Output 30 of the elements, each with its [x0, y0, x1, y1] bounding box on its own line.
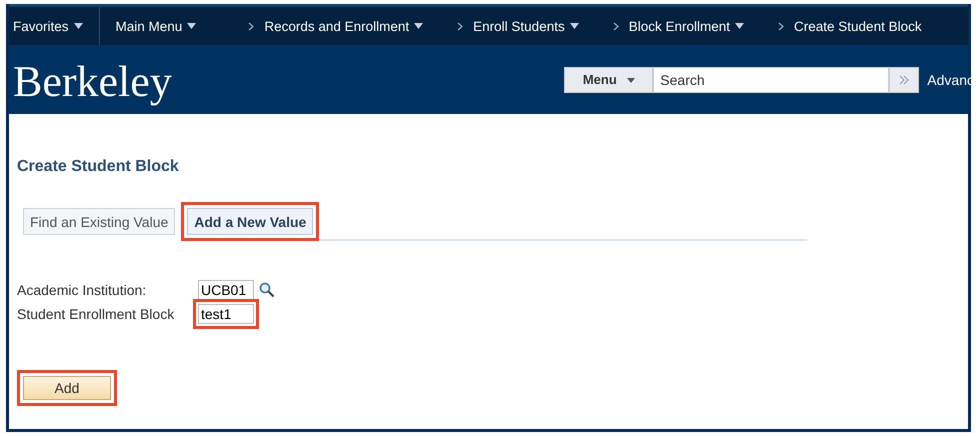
tab[interactable]: Find an Existing Value: [23, 208, 176, 235]
add-button[interactable]: Add: [23, 376, 111, 400]
search-go-button[interactable]: [889, 66, 920, 92]
search-icon[interactable]: [259, 282, 275, 298]
caret-icon: [626, 78, 635, 84]
chevron-icon: [612, 22, 619, 30]
chevron-icon: [457, 22, 464, 30]
tab[interactable]: Add a New Value: [187, 208, 314, 235]
field-label: Student Enrollment Block: [17, 306, 176, 322]
input-field[interactable]: test1: [198, 304, 254, 324]
menu-button[interactable]: Menu: [564, 66, 654, 92]
caret-icon[interactable]: [735, 23, 744, 29]
double-chevron-icon: [899, 74, 910, 84]
favorites-menu[interactable]: Favorites: [13, 18, 69, 34]
breadcrumb-link[interactable]: Enroll Students: [473, 18, 565, 34]
chevron-icon: [248, 22, 254, 30]
breadcrumb-link[interactable]: Records and Enrollment: [264, 18, 410, 34]
caret-icon[interactable]: [414, 23, 424, 29]
caret-icon[interactable]: [570, 23, 579, 29]
breadcrumb-link[interactable]: Block Enrollment: [628, 18, 730, 34]
breadcrumb-link[interactable]: Create Student Block: [794, 18, 922, 34]
logo: Berkeley: [12, 56, 172, 107]
caret-icon[interactable]: [74, 23, 83, 29]
main-menu[interactable]: Main Menu: [116, 18, 182, 34]
search-field[interactable]: Search: [653, 66, 890, 92]
caret-icon[interactable]: [187, 23, 196, 29]
chevron-icon: [778, 22, 784, 30]
field-label: Academic Institution:: [17, 282, 148, 298]
page-title: Create Student Block: [17, 158, 180, 176]
input-field[interactable]: UCB01: [198, 280, 254, 300]
